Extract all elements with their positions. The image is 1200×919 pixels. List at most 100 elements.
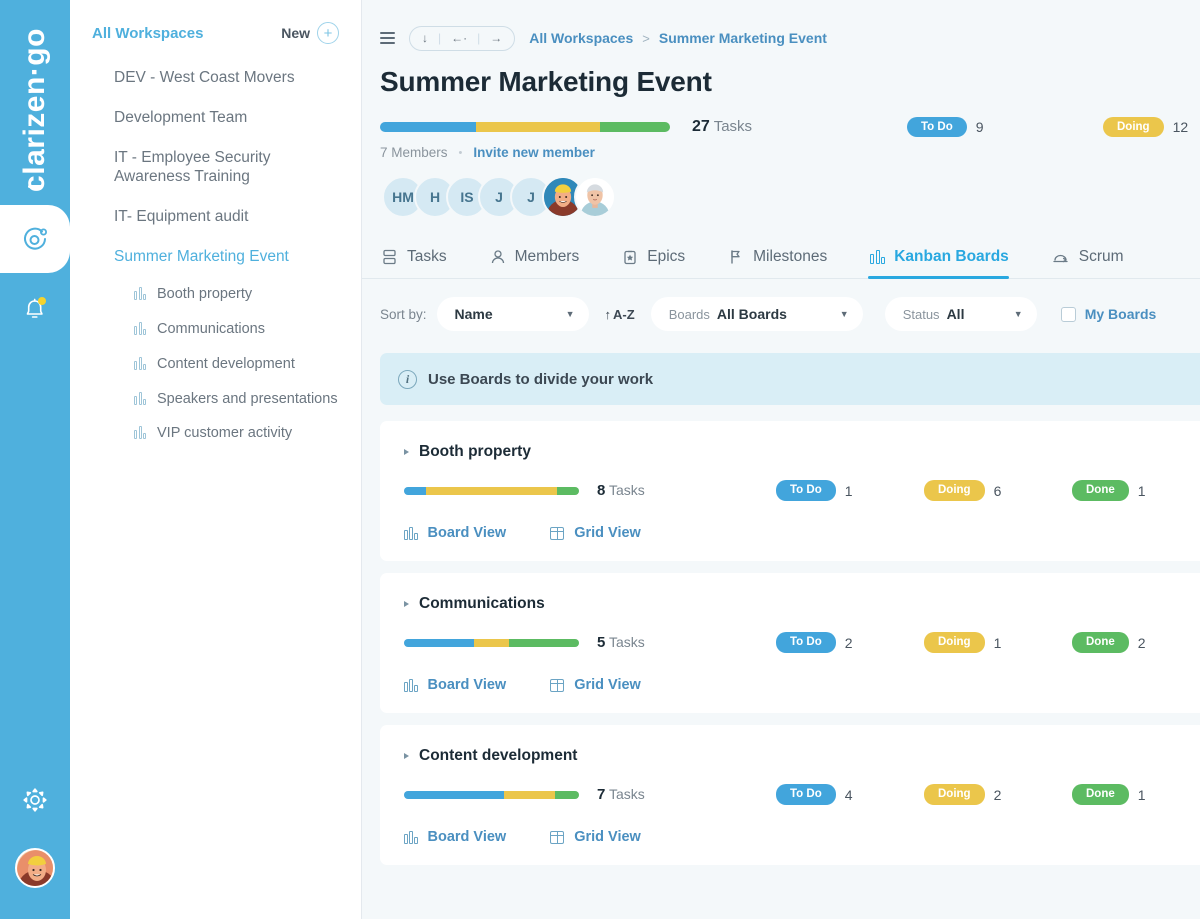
status-count-done: 1 xyxy=(1138,787,1146,803)
kanban-board-icon xyxy=(134,392,146,405)
forward-icon[interactable]: → xyxy=(481,32,511,44)
status-badge-doing: Doing xyxy=(924,480,985,500)
grid-view-link[interactable]: Grid View xyxy=(550,829,641,845)
epics-icon xyxy=(622,249,638,265)
board-card-stats: 8 Tasks To Do 1 Doing 6 Done xyxy=(404,482,1200,499)
sidebar-board-vip-customer-activity[interactable]: VIP customer activity xyxy=(92,416,349,451)
kanban-icon xyxy=(870,250,885,264)
expand-triangle-icon[interactable] xyxy=(404,449,409,455)
members-icon xyxy=(490,249,506,265)
board-card-header: Communications xyxy=(404,595,1200,613)
board-task-total: 5 xyxy=(597,634,605,651)
info-icon: i xyxy=(398,370,417,389)
sidebar-board-speakers-presentations[interactable]: Speakers and presentations xyxy=(92,382,349,417)
sidebar-item-it-employee-security[interactable]: IT - Employee Security Awareness Trainin… xyxy=(92,138,349,198)
sidebar-item-dev-west-coast-movers[interactable]: DEV - West Coast Movers xyxy=(92,58,349,98)
board-view-label: Board View xyxy=(428,829,507,845)
top-toolbar: ↓ | ←· | → All Workspaces > Summer Marke… xyxy=(362,0,1200,54)
chevron-down-icon: ▼ xyxy=(1014,309,1023,319)
workspace-status-badges: To Do 9 Doing 12 xyxy=(907,117,1188,137)
rail-item-account[interactable] xyxy=(0,840,70,896)
tab-members[interactable]: Members xyxy=(488,248,599,278)
board-task-total: 8 xyxy=(597,482,605,499)
expand-triangle-icon[interactable] xyxy=(404,753,409,759)
members-row: 7 Members • Invite new member xyxy=(362,136,1200,160)
status-count-doing: 6 xyxy=(994,483,1002,499)
status-count-doing: 2 xyxy=(994,787,1002,803)
info-banner-text: Use Boards to divide your work xyxy=(428,371,653,388)
board-progress-bar xyxy=(404,487,579,495)
sidebar-board-communications[interactable]: Communications xyxy=(92,312,349,347)
status-count-done: 2 xyxy=(1138,635,1146,651)
rail-item-workspaces[interactable] xyxy=(0,205,70,273)
status-badge-todo: To Do xyxy=(776,480,836,500)
board-card-title[interactable]: Communications xyxy=(419,595,545,613)
grid-view-link[interactable]: Grid View xyxy=(550,525,641,541)
board-view-icon xyxy=(404,679,418,692)
board-card-title[interactable]: Booth property xyxy=(419,443,531,461)
boards-filter-select[interactable]: Boards All Boards ▼ xyxy=(651,297,863,331)
board-view-icon xyxy=(404,831,418,844)
sort-direction-toggle[interactable]: ↑ A-Z xyxy=(605,307,635,322)
tab-label: Kanban Boards xyxy=(894,248,1009,266)
sidebar-board-booth-property[interactable]: Booth property xyxy=(92,277,349,312)
breadcrumb-root[interactable]: All Workspaces xyxy=(529,30,633,46)
board-card-title[interactable]: Content development xyxy=(419,747,577,765)
progress-segment-doing xyxy=(474,639,509,647)
sidebar-board-content-development[interactable]: Content development xyxy=(92,347,349,382)
breadcrumb-current[interactable]: Summer Marketing Event xyxy=(659,30,827,46)
new-workspace-button[interactable]: New + xyxy=(281,22,339,44)
avatar[interactable] xyxy=(574,176,616,218)
my-boards-checkbox[interactable]: My Boards xyxy=(1061,306,1157,322)
board-progress-bar xyxy=(404,791,579,799)
board-card-communications: Communications 5 Tasks To Do xyxy=(380,573,1200,713)
board-view-link[interactable]: Board View xyxy=(404,525,506,541)
progress-segment-todo xyxy=(404,791,504,799)
sidebar-item-label: IT- Equipment audit xyxy=(114,208,248,225)
sidebar-item-development-team[interactable]: Development Team xyxy=(92,98,349,138)
status-badge-todo: To Do xyxy=(776,784,836,804)
status-group-todo: To Do 4 xyxy=(776,784,924,804)
progress-segment-doing xyxy=(476,122,601,132)
member-avatar-stack: HM H IS J J xyxy=(362,160,1200,218)
board-task-count: 7 Tasks xyxy=(597,786,645,803)
all-workspaces-link[interactable]: All Workspaces xyxy=(92,25,203,42)
bell-icon xyxy=(21,293,49,323)
tab-tasks[interactable]: Tasks xyxy=(380,248,466,278)
back-icon[interactable]: ←· xyxy=(442,32,476,44)
tab-epics[interactable]: Epics xyxy=(620,248,704,278)
board-card-stats: 5 Tasks To Do 2 Doing 1 Done xyxy=(404,634,1200,651)
tab-milestones[interactable]: Milestones xyxy=(726,248,846,278)
rail-item-notifications[interactable] xyxy=(0,280,70,336)
menu-icon[interactable] xyxy=(380,32,395,44)
members-separator: • xyxy=(459,147,463,159)
sidebar-item-summer-marketing-event[interactable]: Summer Marketing Event xyxy=(92,237,349,277)
sidebar-board-label: VIP customer activity xyxy=(157,424,292,443)
sidebar-header: All Workspaces New + xyxy=(70,22,361,44)
status-group-done: Done 1 xyxy=(1072,784,1200,804)
avatar-initials: H xyxy=(430,189,440,205)
download-icon[interactable]: ↓ xyxy=(413,32,437,44)
kanban-board-icon xyxy=(134,287,146,300)
sidebar-item-it-equipment-audit[interactable]: IT- Equipment audit xyxy=(92,197,349,237)
grid-view-label: Grid View xyxy=(574,525,641,541)
tab-scrum[interactable]: Scrum xyxy=(1050,248,1143,278)
rail-item-settings[interactable] xyxy=(0,772,70,828)
section-tabs: Tasks Members Epics xyxy=(362,226,1200,279)
invite-new-member-link[interactable]: Invite new member xyxy=(473,145,595,160)
board-card-links: Board View Grid View xyxy=(404,829,1200,845)
sort-by-select[interactable]: Name ▼ xyxy=(437,297,589,331)
grid-view-link[interactable]: Grid View xyxy=(550,677,641,693)
expand-triangle-icon[interactable] xyxy=(404,601,409,607)
page-title: Summer Marketing Event xyxy=(362,54,1200,98)
board-view-link[interactable]: Board View xyxy=(404,677,506,693)
plus-icon: + xyxy=(317,22,339,44)
tab-label: Epics xyxy=(647,248,685,266)
board-view-link[interactable]: Board View xyxy=(404,829,506,845)
progress-segment-done xyxy=(600,122,670,132)
status-badge-done: Done xyxy=(1072,784,1129,804)
status-filter-select[interactable]: Status All ▼ xyxy=(885,297,1037,331)
status-count-todo: 1 xyxy=(845,483,853,499)
tab-kanban-boards[interactable]: Kanban Boards xyxy=(868,248,1028,278)
milestones-icon xyxy=(728,249,744,265)
